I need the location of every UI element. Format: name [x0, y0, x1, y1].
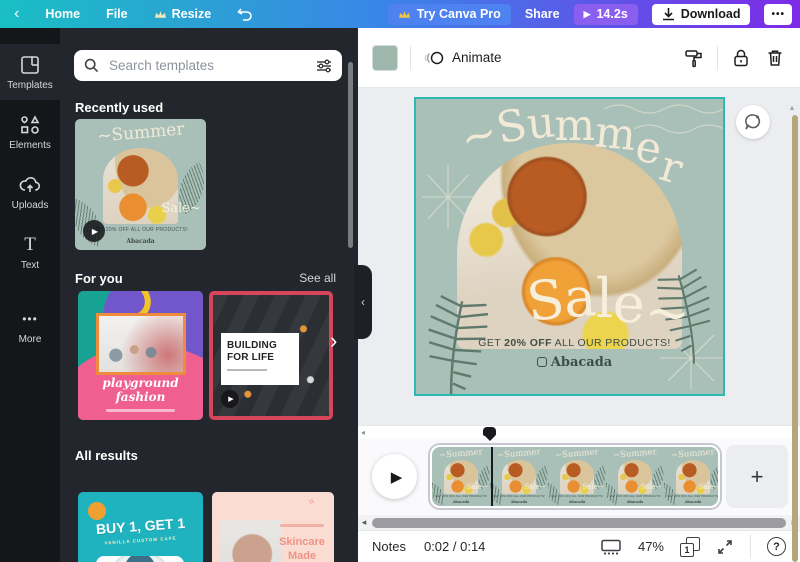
- back-icon[interactable]: ‹: [14, 6, 19, 22]
- file-menu[interactable]: File: [106, 7, 128, 21]
- resize-button[interactable]: Resize: [154, 7, 212, 21]
- sidebar-rail: Templates Elements Uploads T Text ••• Mo…: [0, 28, 60, 562]
- canva-editor: ‹ Home File Resize Try Canva Pro Share ▶…: [0, 0, 800, 562]
- kids-photo: [96, 313, 186, 375]
- more-options-button[interactable]: •••: [764, 4, 792, 25]
- share-button[interactable]: Share: [525, 7, 560, 21]
- panel-collapse-handle[interactable]: ‹: [354, 265, 372, 339]
- timeline-frame[interactable]: ~Summer Sale~ GET 20% OFF ALL OUR PRODUC…: [548, 447, 606, 506]
- timeline-play-button[interactable]: ▶: [372, 454, 417, 499]
- video-play-badge: ▶: [83, 220, 105, 242]
- brand-logo-icon: [537, 357, 547, 367]
- panel-scrollbar[interactable]: [348, 62, 353, 248]
- ellipsis-icon: •••: [771, 9, 785, 20]
- carousel-next-icon[interactable]: ›: [330, 330, 337, 352]
- see-all-link[interactable]: See all: [299, 271, 336, 285]
- time-indicator: 0:02 / 0:14: [424, 539, 485, 554]
- video-play-badge: ▶: [221, 390, 239, 408]
- timeline-frame[interactable]: ~Summer Sale~ GET 20% OFF ALL OUR PRODUC…: [664, 447, 720, 506]
- sidebar-item-text[interactable]: T Text: [0, 224, 60, 280]
- filter-sliders-icon[interactable]: [316, 59, 332, 73]
- help-button[interactable]: ?: [767, 537, 786, 556]
- home-button[interactable]: Home: [45, 7, 80, 21]
- design-text-sale[interactable]: Sale~: [486, 267, 725, 330]
- background-color-swatch[interactable]: [372, 45, 398, 71]
- timeline-frame[interactable]: ~Summer Sale~ GET 20% OFF ALL OUR PRODUC…: [490, 447, 548, 506]
- cake-photo: [96, 556, 184, 562]
- try-canva-pro-button[interactable]: Try Canva Pro: [388, 4, 511, 25]
- download-icon: [662, 7, 675, 21]
- timeline-clip[interactable]: ~Summer Sale~ GET 20% OFF ALL OUR PRODUC…: [430, 445, 720, 508]
- all-results-heading: All results: [75, 448, 138, 463]
- model-photo: [220, 520, 282, 562]
- crown-icon: [398, 9, 411, 20]
- sidebar-item-more[interactable]: ••• More: [0, 298, 60, 354]
- template-thumb-skincare[interactable]: ✧ Skincare Made Simple: [212, 492, 334, 562]
- search-icon: [84, 58, 99, 73]
- template-search-bar[interactable]: [74, 50, 342, 81]
- scroll-left-icon[interactable]: ◂: [358, 517, 370, 528]
- status-bar: Notes 0:02 / 0:14 47% 1 ?: [358, 530, 800, 562]
- notes-button[interactable]: Notes: [372, 539, 406, 554]
- sidebar-item-templates[interactable]: Templates: [0, 44, 60, 100]
- recently-used-heading: Recently used: [75, 100, 163, 115]
- timeline-frame[interactable]: ~Summer Sale~ GET 20% OFF ALL OUR PRODUC…: [606, 447, 664, 506]
- canvas-vertical-scrollbar[interactable]: ▴: [792, 103, 798, 562]
- elements-icon: [19, 114, 41, 136]
- canvas-area[interactable]: ~Summer Sale~ GET 20% OFF ALL OUR PRODUC…: [358, 89, 800, 425]
- animate-icon: [423, 49, 445, 67]
- top-menu-bar: ‹ Home File Resize Try Canva Pro Share ▶…: [0, 0, 800, 28]
- for-you-heading: For you: [75, 271, 123, 286]
- undo-icon: [237, 7, 253, 21]
- text-tool-icon: T: [19, 234, 41, 256]
- add-comment-button[interactable]: [736, 105, 770, 139]
- duration-view-icon[interactable]: [600, 539, 622, 555]
- play-icon: ▶: [584, 9, 591, 20]
- templates-panel: Recently used ~Summer Sale~ GET 20% OFF …: [60, 28, 358, 562]
- sparkle-icon: ✧: [304, 496, 322, 514]
- page-number: 1: [680, 543, 694, 557]
- design-page[interactable]: ~Summer Sale~ GET 20% OFF ALL OUR PRODUC…: [414, 97, 725, 396]
- undo-button[interactable]: [237, 7, 253, 21]
- template-thumb-building-for-life[interactable]: BUILDING FOR LIFE ▶: [209, 291, 333, 420]
- scroll-left-icon[interactable]: ◂: [361, 428, 365, 437]
- timeline: ▶ ~Summer Sale~ GET 20% OFF ALL OUR PROD…: [358, 438, 800, 515]
- design-brand[interactable]: Abacada: [416, 355, 725, 370]
- preview-play-button[interactable]: ▶ 14.2s: [574, 4, 638, 25]
- horizontal-scrollbar[interactable]: ◂ ▸: [358, 515, 800, 530]
- collapse-chevron-icon: ‹: [361, 295, 365, 309]
- playhead-line: [491, 447, 493, 506]
- design-text-summer[interactable]: ~Summer: [422, 101, 721, 151]
- template-thumb-playground-fashion[interactable]: playground fashion: [78, 291, 203, 420]
- search-input[interactable]: [107, 57, 308, 74]
- download-button[interactable]: Download: [652, 4, 751, 25]
- uploads-cloud-icon: [19, 174, 41, 196]
- template-thumb-buy1-get1[interactable]: BUY 1, GET 1 VANILLA CUSTOM CAFE: [78, 492, 203, 562]
- scroll-up-icon[interactable]: ▴: [790, 103, 794, 112]
- template-thumb-summer-sale[interactable]: ~Summer Sale~ GET 20% OFF ALL OUR PRODUC…: [75, 119, 206, 250]
- lock-icon[interactable]: [730, 47, 752, 69]
- add-page-button[interactable]: +: [726, 445, 788, 508]
- sidebar-item-uploads[interactable]: Uploads: [0, 164, 60, 220]
- timeline-frame[interactable]: ~Summer Sale~ GET 20% OFF ALL OUR PRODUC…: [432, 447, 490, 506]
- design-text-offer[interactable]: GET 20% OFF ALL OUR PRODUCTS!: [416, 337, 725, 349]
- crown-icon: [154, 9, 167, 20]
- playhead-marker[interactable]: [483, 427, 496, 440]
- badge-decoration: [88, 502, 106, 520]
- pages-button[interactable]: 1: [680, 537, 700, 557]
- trash-icon[interactable]: [764, 47, 786, 69]
- templates-icon: [19, 54, 41, 76]
- workspace: Animate: [358, 28, 800, 562]
- paint-roller-icon[interactable]: [683, 47, 705, 69]
- timeline-scrollbar[interactable]: ◂ ▸: [358, 425, 800, 438]
- zoom-level[interactable]: 47%: [638, 539, 664, 554]
- fullscreen-icon[interactable]: [716, 538, 734, 556]
- more-dots-icon: •••: [19, 308, 41, 330]
- preview-duration: 14.2s: [596, 7, 627, 21]
- animate-button[interactable]: Animate: [423, 49, 502, 67]
- sidebar-item-elements[interactable]: Elements: [0, 104, 60, 160]
- scrollbar-thumb[interactable]: [372, 518, 786, 528]
- canvas-toolbar: Animate: [358, 28, 800, 88]
